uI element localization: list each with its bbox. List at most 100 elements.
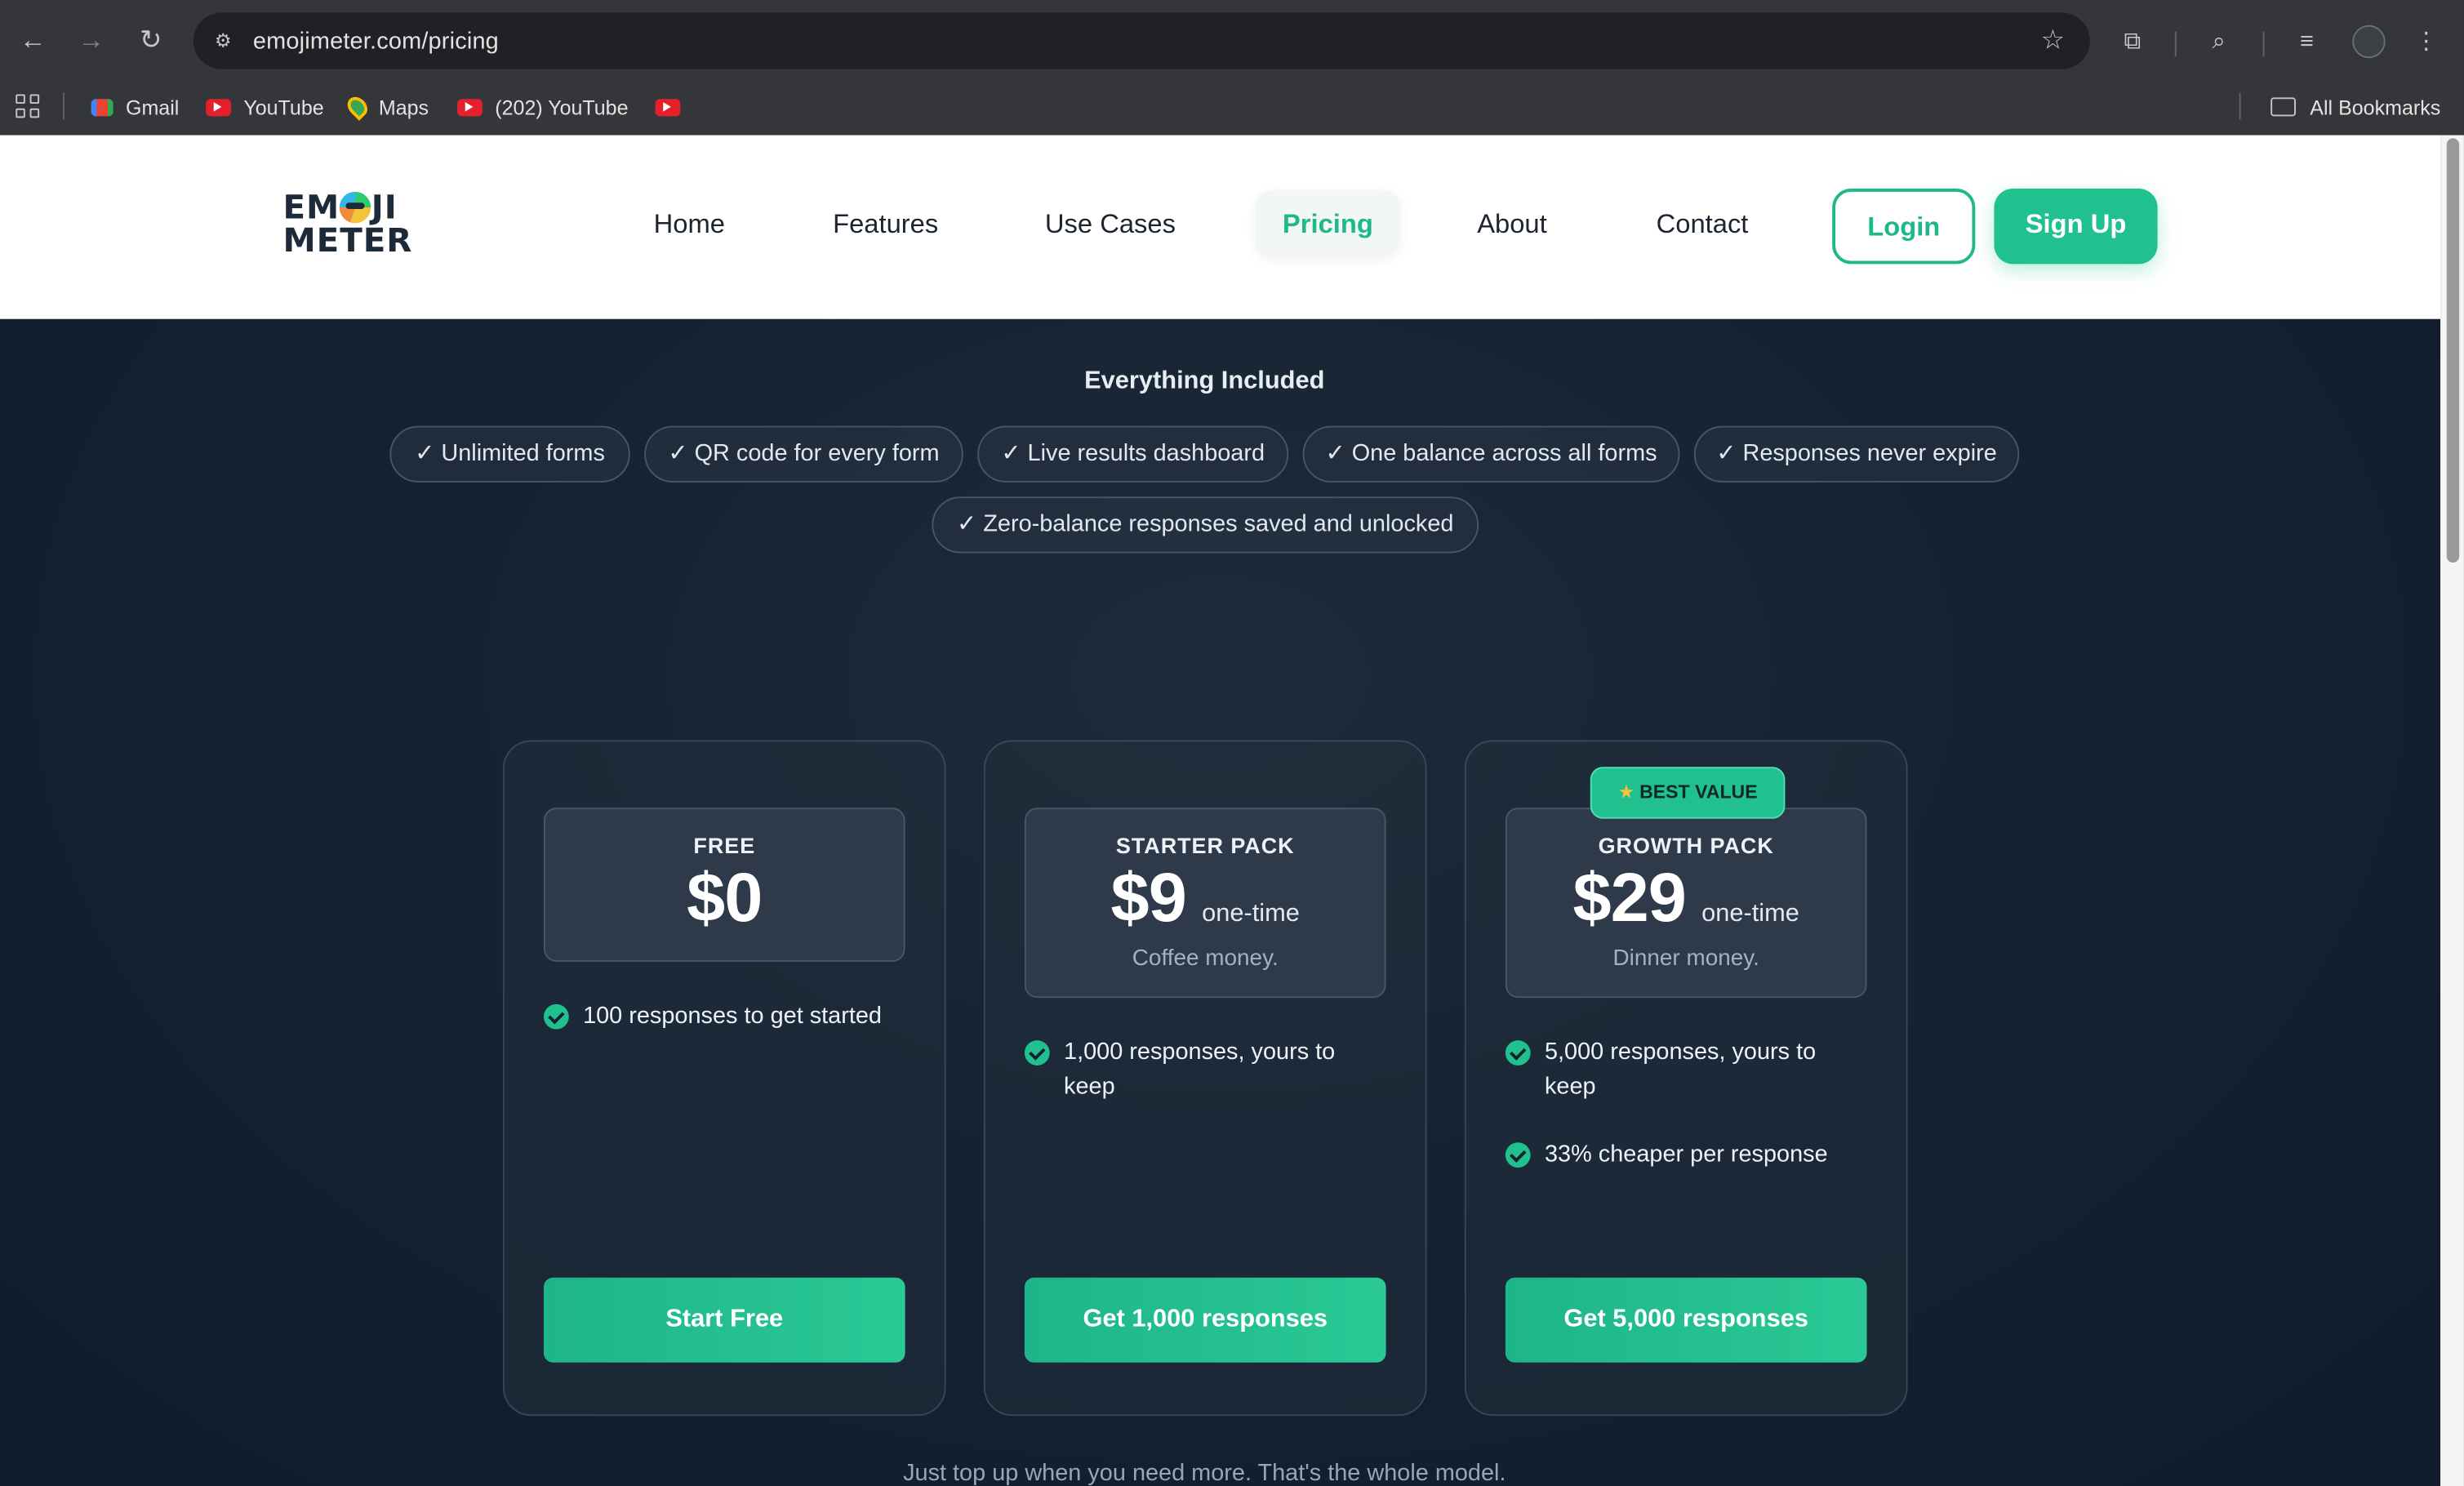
feature-pill: ✓ Unlimited forms (389, 425, 630, 483)
bookmark-youtube-untitled[interactable] (655, 93, 693, 122)
bookmark-gmail[interactable]: Gmail (91, 93, 180, 122)
pricing-card-growth: ★ BEST VALUE GROWTH PACK $29 one-time Dinn… (1464, 740, 1908, 1417)
plan-period: one-time (1202, 900, 1300, 928)
sunglasses-face-icon (340, 191, 371, 224)
plan-feature: 5,000 responses, yours to keep (1505, 1035, 1870, 1105)
youtube-icon (655, 98, 681, 116)
bookmark-youtube-202[interactable]: (202) YouTube (457, 93, 629, 122)
bookmark-youtube[interactable]: YouTube (206, 93, 324, 122)
check-circle-icon (1505, 1040, 1531, 1066)
gmail-icon (91, 98, 113, 116)
price-box: FREE $0 (543, 808, 905, 962)
price-row: $9 one-time (1026, 860, 1385, 938)
emojimeter-logo[interactable]: EM JI METER (282, 188, 413, 267)
more-menu-icon[interactable]: ⋮ (2409, 25, 2444, 60)
bookmark-label: (202) YouTube (495, 95, 629, 119)
plan-feature-text: 5,000 responses, yours to keep (1544, 1039, 1817, 1101)
plan-name: GROWTH PACK (1598, 833, 1774, 858)
login-button[interactable]: Login (1832, 188, 1976, 265)
check-circle-icon (543, 1003, 569, 1030)
get-5000-responses-button[interactable]: Get 5,000 responses (1505, 1277, 1867, 1363)
screen: ← → ↻ ⚙ emojimeter.com/pricing ☆ ⧉ ⌕ ≡ ⋮… (0, 0, 2464, 1486)
youtube-icon (457, 98, 483, 116)
plan-price: $9 (1110, 859, 1187, 937)
bookmark-label: Gmail (125, 95, 180, 119)
check-circle-icon (1024, 1040, 1050, 1066)
bookmark-star-icon[interactable]: ☆ (2041, 25, 2065, 56)
nav-use-cases[interactable]: Use Cases (1045, 209, 1176, 240)
profile-avatar[interactable] (2352, 24, 2386, 59)
pricing-card-starter: STARTER PACK $9 one-time Coffee money. 1,… (983, 740, 1427, 1417)
lens-search-icon[interactable]: ⌕ (2202, 25, 2236, 60)
nav-contact[interactable]: Contact (1657, 209, 1749, 240)
media-controls-icon[interactable]: ≡ (2289, 25, 2324, 60)
forward-arrow-icon[interactable]: → (73, 22, 110, 60)
feature-pill: ✓ Responses never expire (1693, 425, 2020, 483)
nav-about[interactable]: About (1477, 209, 1547, 240)
plan-feature-text: 33% cheaper per response (1544, 1141, 1828, 1168)
plan-price: $29 (1572, 859, 1686, 937)
signup-button[interactable]: Sign Up (1994, 188, 2158, 265)
login-label: Login (1867, 211, 1941, 242)
url-text[interactable]: emojimeter.com/pricing (253, 29, 499, 56)
nav-pricing-label: Pricing (1282, 208, 1373, 239)
bookmarks-bar: Gmail YouTube Maps (202) YouTube All Boo… (0, 82, 2464, 129)
star-icon: ★ (1617, 781, 1635, 803)
feature-pill: ✓ One balance across all forms (1302, 425, 1680, 483)
plan-feature: 33% cheaper per response (1505, 1137, 1870, 1172)
folder-icon (2271, 97, 2296, 117)
site-settings-icon[interactable]: ⚙ (209, 27, 238, 56)
youtube-icon (206, 98, 231, 116)
browser-toolbar: ← → ↻ ⚙ emojimeter.com/pricing ☆ ⧉ ⌕ ≡ ⋮ (0, 10, 2464, 73)
site-header: EM JI METER Home Features Use Cases Prici… (0, 135, 2441, 319)
page-viewport: EM JI METER Home Features Use Cases Prici… (0, 135, 2441, 1486)
logo-text-em: EM (282, 188, 340, 227)
best-value-badge: ★ BEST VALUE (1590, 767, 1786, 819)
bookmark-label: YouTube (243, 95, 324, 119)
logo-text-meter: METER (282, 221, 413, 260)
all-bookmarks-label: All Bookmarks (2310, 95, 2441, 119)
pricing-footnote: Just top up when you need more. That's t… (903, 1460, 1506, 1486)
bookmarks-divider (2239, 92, 2241, 120)
plan-name: STARTER PACK (1115, 833, 1295, 858)
plan-feature: 100 responses to get started (543, 999, 909, 1034)
pricing-card-free: FREE $0 100 responses to get started Sta… (502, 740, 946, 1417)
toolbar-divider (2174, 31, 2177, 57)
plan-tagline: Dinner money. (1612, 945, 1759, 972)
maps-icon (343, 92, 371, 121)
nav-pricing[interactable]: Pricing (1255, 189, 1400, 256)
check-circle-icon (1505, 1142, 1531, 1168)
scrollbar-thumb[interactable] (2446, 138, 2460, 563)
plan-tagline: Coffee money. (1132, 945, 1279, 972)
plan-period: one-time (1701, 900, 1799, 928)
feature-pill: ✓ Live results dashboard (977, 425, 1289, 483)
price-box: GROWTH PACK $29 one-time Dinner money. (1505, 808, 1867, 999)
price-box: STARTER PACK $9 one-time Coffee money. (1024, 808, 1386, 999)
feature-pill: ✓ QR code for every form (644, 425, 963, 483)
nav-features[interactable]: Features (833, 209, 938, 240)
page-scrollbar[interactable] (2440, 135, 2464, 1486)
plan-feature: 1,000 responses, yours to keep (1024, 1035, 1390, 1105)
price-row: $0 (545, 860, 904, 938)
back-arrow-icon[interactable]: ← (14, 22, 51, 60)
all-bookmarks-button[interactable]: All Bookmarks (2271, 93, 2440, 122)
logo-text-ji: JI (371, 188, 398, 227)
plan-name: FREE (693, 833, 756, 858)
plan-feature-text: 100 responses to get started (583, 1002, 882, 1030)
reload-icon[interactable]: ↻ (132, 22, 170, 60)
plan-feature-text: 1,000 responses, yours to keep (1064, 1039, 1336, 1101)
address-bar[interactable]: ⚙ emojimeter.com/pricing ☆ (193, 12, 2090, 69)
price-row: $29 one-time (1507, 860, 1866, 938)
logo-text: EM JI (282, 188, 408, 227)
nav-home[interactable]: Home (654, 209, 725, 240)
badge-label: BEST VALUE (1639, 781, 1758, 803)
start-free-button[interactable]: Start Free (543, 1277, 905, 1363)
get-1000-responses-button[interactable]: Get 1,000 responses (1024, 1277, 1386, 1363)
plan-price: $0 (687, 859, 763, 937)
bookmark-label: Maps (378, 95, 429, 119)
feature-pill: ✓ Zero-balance responses saved and unloc… (932, 496, 1479, 554)
toolbar-divider (2262, 31, 2265, 57)
browser-chrome: ← → ↻ ⚙ emojimeter.com/pricing ☆ ⧉ ⌕ ≡ ⋮… (0, 0, 2464, 136)
bookmark-maps[interactable]: Maps (343, 92, 429, 122)
extensions-icon[interactable]: ⧉ (2115, 25, 2150, 60)
